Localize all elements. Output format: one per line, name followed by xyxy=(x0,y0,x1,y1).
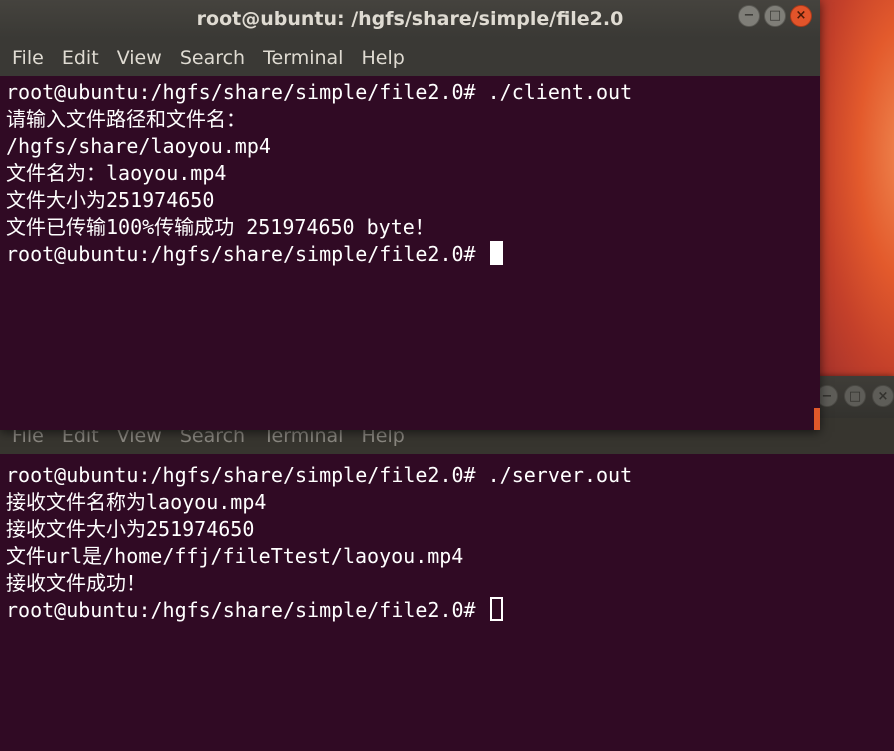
server-terminal-output[interactable]: root@ubuntu:/hgfs/share/simple/file2.0# … xyxy=(0,456,894,751)
minimize-icon[interactable]: − xyxy=(738,5,760,27)
terminal-line: 请输入文件路径和文件名： xyxy=(6,107,246,131)
menu-file[interactable]: File xyxy=(12,47,44,69)
terminal-line: 接收文件大小为251974650 xyxy=(6,517,255,541)
terminal-prompt-line[interactable]: root@ubuntu:/hgfs/share/simple/file2.0# xyxy=(6,597,888,624)
client-terminal-output[interactable]: root@ubuntu:/hgfs/share/simple/file2.0# … xyxy=(0,76,820,430)
resize-grip[interactable] xyxy=(814,408,820,430)
close-icon[interactable]: × xyxy=(790,5,812,27)
maximize-icon[interactable]: □ xyxy=(844,385,866,407)
client-terminal-window[interactable]: root@ubuntu: /hgfs/share/simple/file2.0 … xyxy=(0,0,820,430)
terminal-line: 接收文件名称为laoyou.mp4 xyxy=(6,490,267,514)
terminal-line: 文件已传输100%传输成功 251974650 byte！ xyxy=(6,215,435,239)
client-window-titlebar[interactable]: root@ubuntu: /hgfs/share/simple/file2.0 … xyxy=(0,0,820,38)
client-menubar: File Edit View Search Terminal Help xyxy=(0,38,820,76)
terminal-cursor xyxy=(489,241,503,265)
menu-edit[interactable]: Edit xyxy=(62,47,99,69)
terminal-line: /hgfs/share/laoyou.mp4 xyxy=(6,134,271,158)
wallpaper-swoosh xyxy=(820,0,894,380)
terminal-line: root@ubuntu:/hgfs/share/simple/file2.0# … xyxy=(6,80,633,104)
shell-prompt: root@ubuntu:/hgfs/share/simple/file2.0# xyxy=(6,242,488,266)
menu-terminal[interactable]: Terminal xyxy=(263,47,343,69)
terminal-line: 文件url是/home/ffj/fileTtest/laoyou.mp4 xyxy=(6,544,464,568)
terminal-line: root@ubuntu:/hgfs/share/simple/file2.0# … xyxy=(6,463,633,487)
menu-help[interactable]: Help xyxy=(362,47,405,69)
server-window-controls: − □ × xyxy=(816,385,894,407)
terminal-line: 文件名为：laoyou.mp4 xyxy=(6,161,227,185)
menu-view[interactable]: View xyxy=(117,47,162,69)
window-title: root@ubuntu: /hgfs/share/simple/file2.0 xyxy=(196,8,624,30)
terminal-prompt-line[interactable]: root@ubuntu:/hgfs/share/simple/file2.0# xyxy=(6,241,814,268)
terminal-line: 文件大小为251974650 xyxy=(6,188,215,212)
client-window-controls: − □ × xyxy=(738,5,812,27)
server-terminal-window[interactable]: − □ × File Edit View Search Terminal Hel… xyxy=(0,376,894,751)
terminal-cursor xyxy=(489,597,503,621)
shell-prompt: root@ubuntu:/hgfs/share/simple/file2.0# xyxy=(6,598,488,622)
maximize-icon[interactable]: □ xyxy=(764,5,786,27)
close-icon[interactable]: × xyxy=(872,385,894,407)
menu-search[interactable]: Search xyxy=(180,47,245,69)
terminal-line: 接收文件成功！ xyxy=(6,571,146,595)
